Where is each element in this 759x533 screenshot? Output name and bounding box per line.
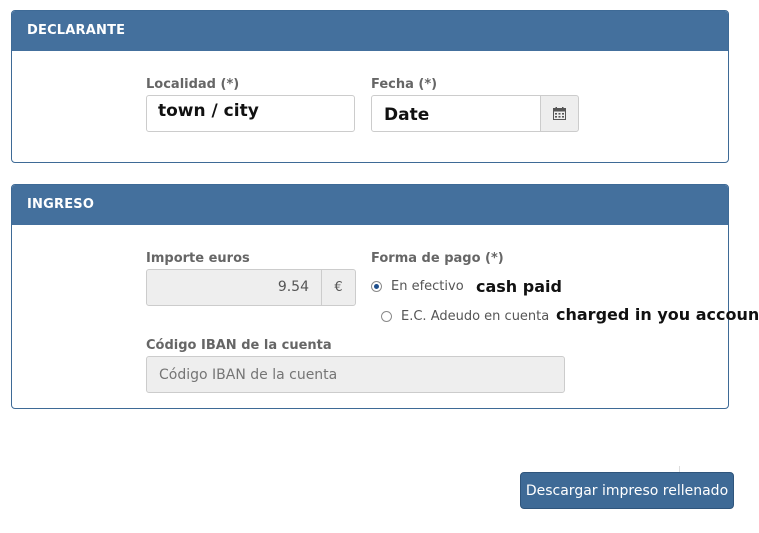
- declarante-panel: DECLARANTE: [11, 10, 729, 163]
- fecha-label: Fecha (*): [371, 77, 438, 92]
- radio-option-adeudo[interactable]: E.C. Adeudo en cuenta: [381, 309, 549, 324]
- declarante-header: DECLARANTE: [12, 11, 728, 51]
- forma-pago-label: Forma de pago (*): [371, 251, 504, 266]
- currency-addon: €: [321, 269, 356, 306]
- radio-selected-dot: [374, 284, 379, 289]
- radio-efectivo-button[interactable]: [371, 281, 382, 292]
- radio-adeudo-label: E.C. Adeudo en cuenta: [401, 309, 550, 324]
- adeudo-annotation: charged in you account: [556, 305, 759, 324]
- importe-label: Importe euros: [146, 251, 250, 266]
- iban-input[interactable]: [146, 356, 565, 393]
- radio-adeudo-button[interactable]: [381, 311, 392, 322]
- radio-efectivo-label: En efectivo: [391, 279, 464, 294]
- importe-input[interactable]: 9.54: [146, 269, 322, 306]
- ingreso-header: INGRESO: [12, 185, 728, 225]
- localidad-label: Localidad (*): [146, 77, 240, 92]
- download-button[interactable]: Descargar impreso rellenado: [520, 472, 734, 509]
- localidad-value: town / city: [158, 101, 259, 121]
- efectivo-annotation: cash paid: [476, 277, 562, 296]
- calendar-button[interactable]: [540, 95, 579, 132]
- fecha-value: Date: [384, 105, 430, 125]
- radio-option-efectivo[interactable]: En efectivo: [371, 279, 464, 294]
- iban-label: Código IBAN de la cuenta: [146, 338, 332, 353]
- calendar-icon: [553, 107, 566, 120]
